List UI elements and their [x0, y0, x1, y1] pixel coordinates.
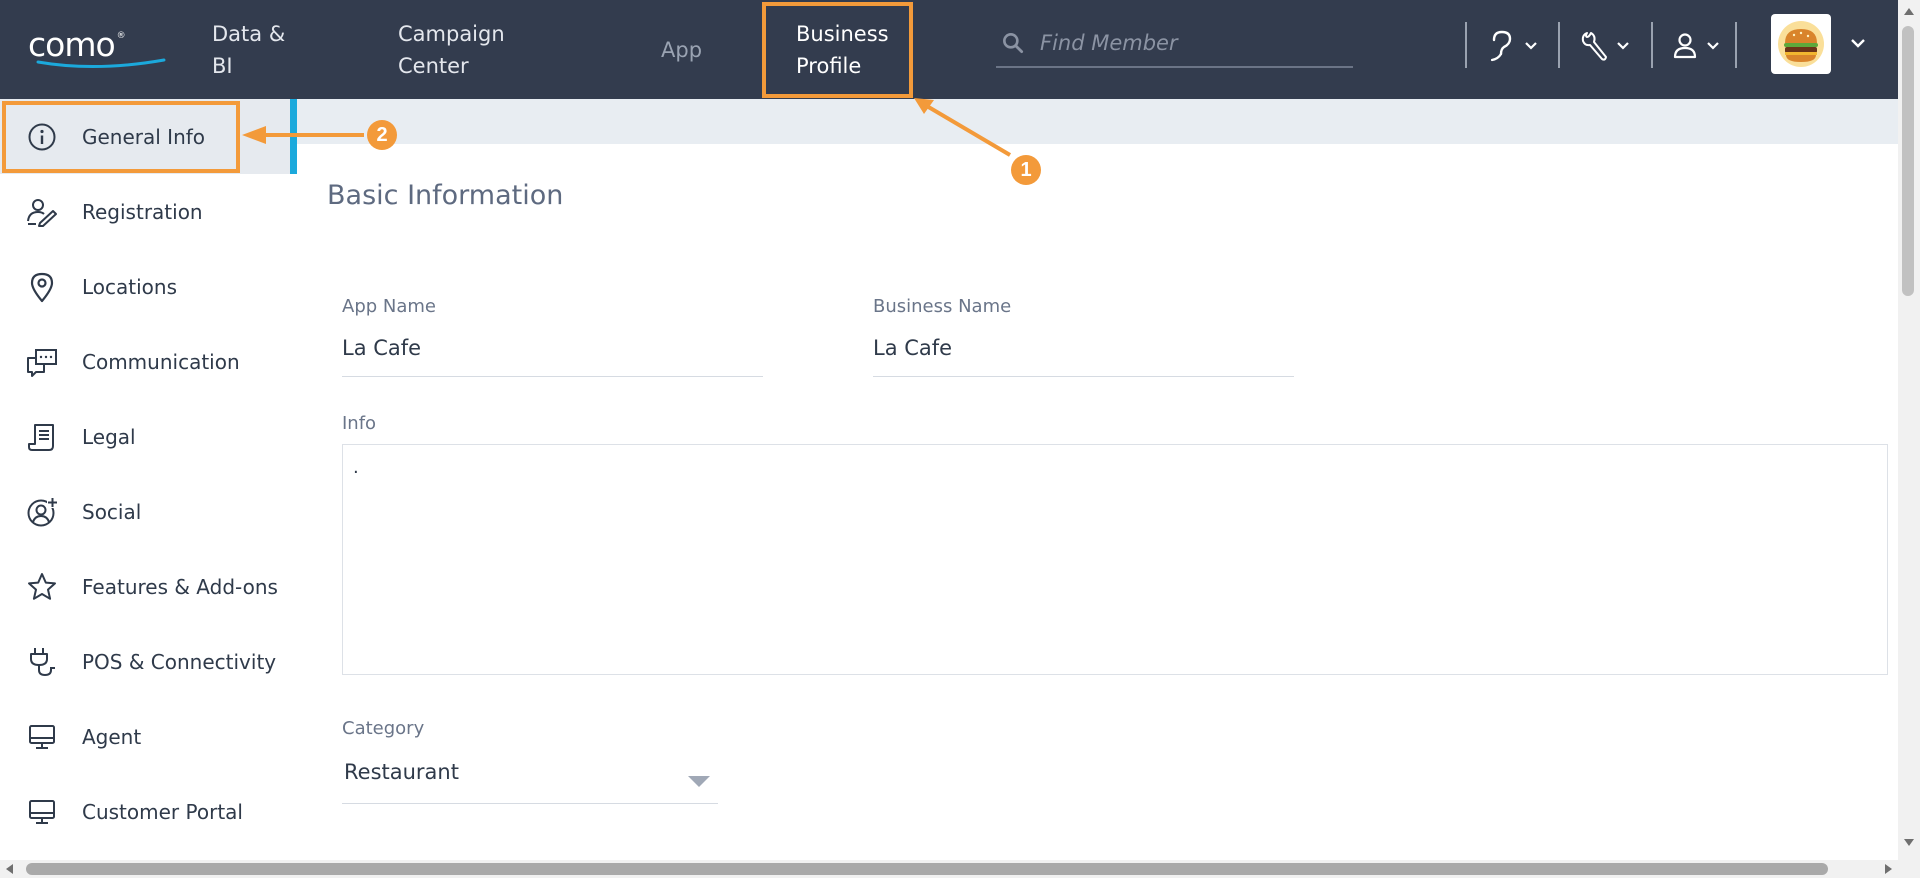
sidebar-item-label: Communication — [82, 349, 240, 374]
search-input[interactable] — [1040, 31, 1340, 55]
sidebar-item-agent[interactable]: Agent — [0, 699, 290, 774]
settings-sidebar: General Info Registration Locations Comm… — [0, 99, 290, 859]
category-selected-value: Restaurant — [344, 760, 459, 784]
category-select[interactable]: Restaurant — [342, 756, 718, 804]
sidebar-item-communication[interactable]: Communication — [0, 324, 290, 399]
nav-business-profile[interactable]: Business Profile — [796, 0, 906, 99]
sidebar-item-customer-portal[interactable]: Customer Portal — [0, 774, 290, 849]
vertical-scrollbar-thumb[interactable] — [1902, 26, 1914, 296]
sidebar-item-features-addons[interactable]: Features & Add-ons — [0, 549, 290, 624]
star-icon — [26, 571, 58, 603]
toolbar-divider — [1651, 22, 1653, 68]
content-header-strip — [297, 99, 1898, 144]
nav-business-profile-label: Business Profile — [796, 21, 889, 78]
business-avatar[interactable] — [1771, 14, 1831, 74]
top-navigation-bar: como ® Data & BI Campaign Center App Bus… — [0, 0, 1898, 99]
info-icon — [26, 121, 58, 153]
scroll-down-arrow-icon[interactable] — [1903, 838, 1915, 848]
sidebar-item-social[interactable]: Social — [0, 474, 290, 549]
como-logo[interactable]: como ® — [28, 25, 166, 69]
burger-logo-icon — [1778, 21, 1824, 67]
nav-campaign-center[interactable]: Campaign Center — [398, 0, 548, 99]
help-icon — [1490, 30, 1512, 62]
nav-app-label: App — [661, 37, 703, 62]
business-name-underline — [873, 376, 1294, 377]
nav-data-bi-label: Data & BI — [212, 21, 286, 78]
sidebar-item-pos-connectivity[interactable]: POS & Connectivity — [0, 624, 290, 699]
info-label: Info — [342, 413, 377, 434]
section-title: Basic Information — [327, 180, 564, 211]
app-name-underline — [342, 376, 763, 377]
user-icon — [1673, 33, 1697, 59]
help-menu-button[interactable] — [1486, 26, 1538, 66]
annotation-badge-2: 2 — [367, 120, 397, 150]
sidebar-item-label: Legal — [82, 424, 136, 449]
sidebar-item-label: Features & Add-ons — [82, 574, 278, 599]
sidebar-item-label: Agent — [82, 724, 142, 749]
nav-data-bi[interactable]: Data & BI — [212, 0, 332, 99]
user-menu-button[interactable] — [1672, 26, 1720, 66]
chat-icon — [26, 346, 58, 378]
annotation-arrow-2 — [242, 126, 364, 144]
scroll-left-arrow-icon[interactable] — [4, 863, 14, 875]
business-name-input[interactable] — [873, 336, 1293, 360]
monitor-icon — [26, 796, 58, 828]
toolbar-divider — [1735, 22, 1737, 68]
chevron-down-icon[interactable] — [1850, 38, 1866, 50]
logo-text: como — [28, 25, 116, 64]
app-name-input[interactable] — [342, 336, 762, 360]
info-textarea[interactable]: . — [342, 444, 1888, 675]
sidebar-item-legal[interactable]: Legal — [0, 399, 290, 474]
business-name-label: Business Name — [873, 296, 1012, 317]
tools-menu-button[interactable] — [1578, 26, 1630, 66]
search-icon[interactable] — [1000, 30, 1026, 56]
find-member-search — [996, 20, 1353, 68]
chevron-down-icon — [1525, 42, 1537, 50]
location-pin-icon — [26, 271, 58, 303]
sidebar-item-label: General Info — [82, 124, 206, 149]
caret-down-icon — [688, 776, 710, 787]
sidebar-item-label: Social — [82, 499, 142, 524]
sidebar-item-label: Locations — [82, 274, 178, 299]
sidebar-item-label: POS & Connectivity — [82, 649, 277, 674]
horizontal-scrollbar-thumb[interactable] — [26, 863, 1828, 875]
nav-campaign-center-label: Campaign Center — [398, 21, 505, 78]
plug-icon — [26, 646, 58, 678]
chevron-down-icon — [1707, 42, 1719, 50]
wrench-icon — [1581, 32, 1607, 61]
nav-app[interactable]: App — [661, 0, 741, 99]
sidebar-item-label: Customer Portal — [82, 799, 243, 824]
scroll-up-arrow-icon[interactable] — [1903, 6, 1915, 16]
sidebar-item-locations[interactable]: Locations — [0, 249, 290, 324]
scroll-right-arrow-icon[interactable] — [1884, 863, 1894, 875]
toolbar-divider — [1465, 22, 1467, 68]
logo-swoosh-icon — [36, 58, 166, 69]
social-icon — [26, 496, 58, 528]
sidebar-item-registration[interactable]: Registration — [0, 174, 290, 249]
annotation-badge-1: 1 — [1011, 155, 1041, 185]
annotation-arrow-1 — [914, 98, 1012, 157]
document-icon — [26, 421, 58, 453]
chevron-down-icon — [1617, 42, 1629, 50]
registered-mark: ® — [116, 31, 126, 41]
toolbar-divider — [1558, 22, 1560, 68]
category-label: Category — [342, 718, 425, 739]
app-name-label: App Name — [342, 296, 436, 317]
sidebar-item-label: Registration — [82, 199, 203, 224]
monitor-icon — [26, 721, 58, 753]
registration-icon — [26, 196, 58, 228]
